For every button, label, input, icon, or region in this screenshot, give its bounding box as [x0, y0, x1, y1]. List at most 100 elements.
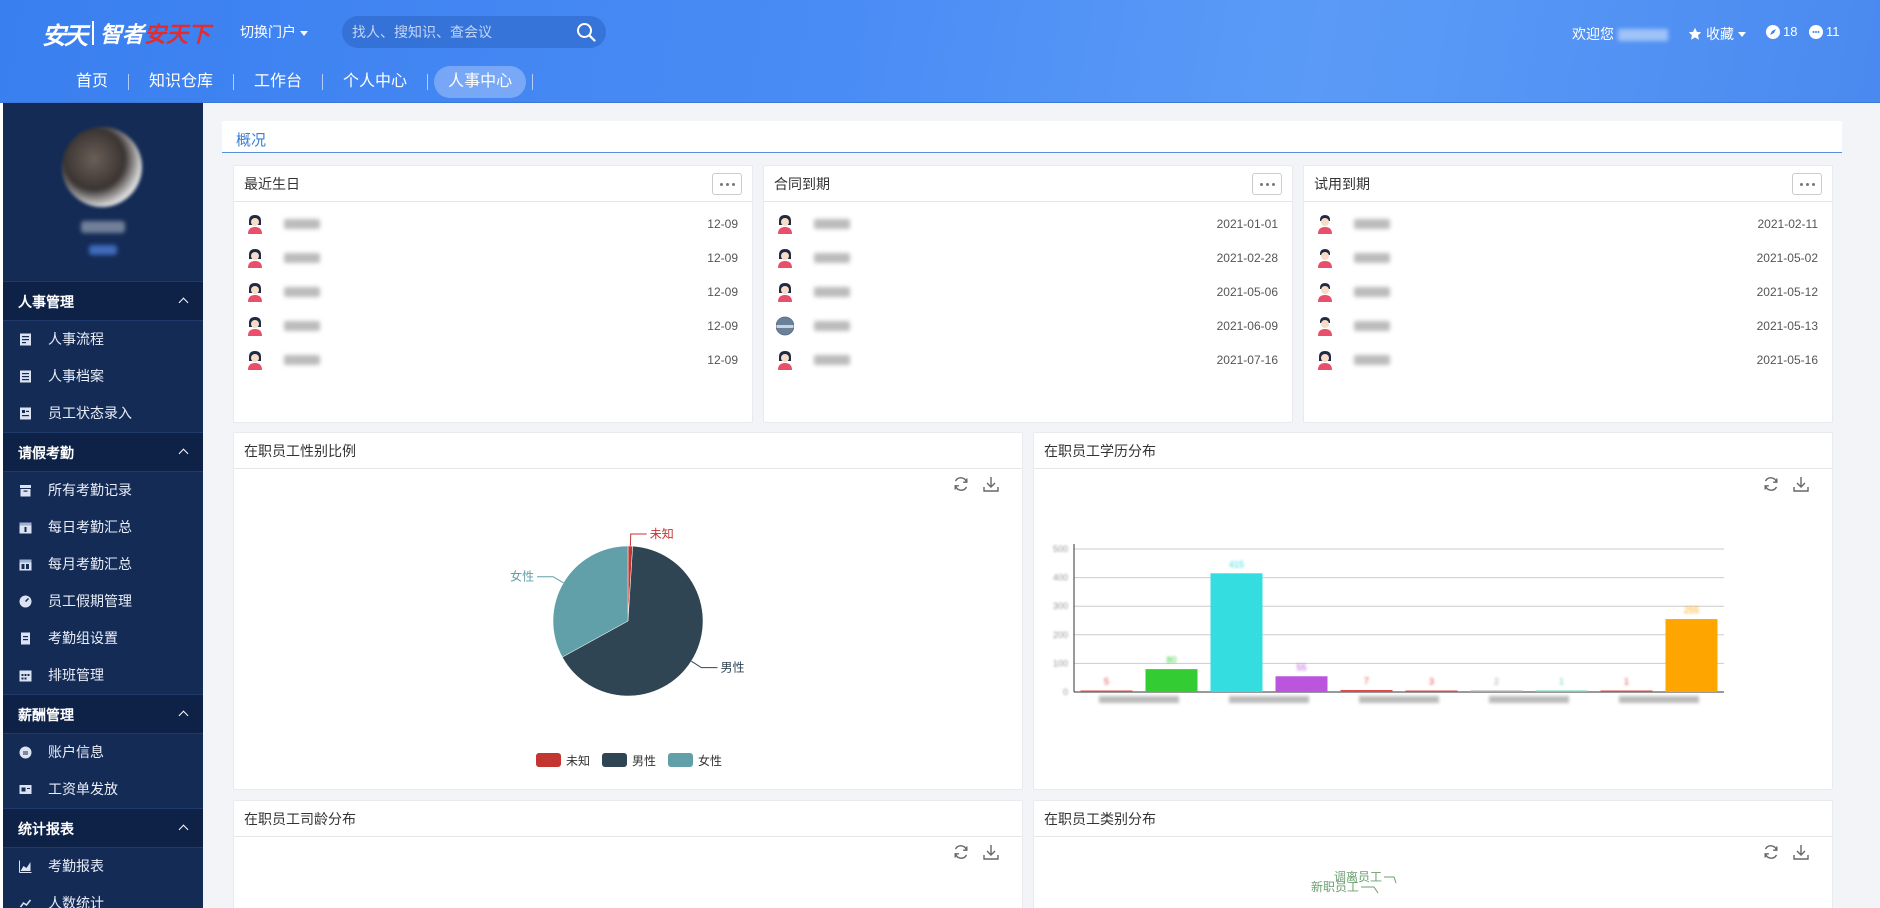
chevron-up-icon	[178, 824, 189, 835]
sidebar-item-label: 每日考勤汇总	[48, 519, 132, 535]
list-item[interactable]: 2021-06-09	[764, 308, 1292, 342]
legend-label[interactable]: 男性	[632, 754, 656, 768]
bar-value-label: 415	[1229, 559, 1244, 569]
card-title: 试用到期	[1304, 166, 1832, 202]
label-leader-line	[629, 533, 647, 547]
nav-hr-center[interactable]: 人事中心	[434, 66, 527, 98]
list-item[interactable]: 12-09	[234, 206, 752, 240]
nav-personal[interactable]: 个人中心	[329, 66, 421, 98]
bar[interactable]	[1210, 573, 1263, 692]
bar[interactable]	[1080, 690, 1133, 693]
sidebar-item-headcount[interactable]: 人数统计	[3, 885, 203, 908]
legend-label[interactable]: 未知	[566, 754, 590, 768]
payslip-icon	[19, 785, 32, 794]
menu-group-reports[interactable]: 统计报表	[3, 808, 203, 848]
calendar-grid-icon	[19, 670, 32, 682]
bar[interactable]	[1275, 676, 1328, 692]
expiry-date: 2021-02-11	[1757, 217, 1819, 231]
nav-knowledge[interactable]: 知识仓库	[135, 66, 227, 98]
sidebar-item-status-entry[interactable]: 员工状态录入	[3, 395, 203, 432]
sidebar-item-hr-process[interactable]: 人事流程	[3, 321, 203, 358]
bar[interactable]	[1665, 619, 1718, 692]
list-item[interactable]: 2021-02-11	[1304, 206, 1832, 240]
search-icon[interactable]	[576, 22, 596, 42]
female-user-icon	[248, 351, 262, 370]
sidebar-item-shift-management[interactable]: 排班管理	[3, 657, 203, 694]
bar[interactable]	[1405, 690, 1458, 693]
list-item[interactable]: 2021-05-12	[1304, 274, 1832, 308]
legend-swatch[interactable]	[668, 753, 693, 767]
recent-birthdays-card: 最近生日 12-09 12-09 12-09 12-09 12-09	[233, 165, 753, 423]
sidebar-item-all-attendance[interactable]: 所有考勤记录	[3, 472, 203, 509]
chevron-up-icon	[178, 448, 189, 459]
list-item[interactable]: 2021-05-16	[1304, 342, 1832, 376]
probation-list: 2021-02-11 2021-05-02 2021-05-12 2021-05…	[1304, 202, 1832, 376]
sidebar-item-attendance-group[interactable]: 考勤组设置	[3, 620, 203, 657]
bar-value-label: 3	[1429, 677, 1434, 687]
more-options-button[interactable]	[1792, 173, 1822, 195]
list-item[interactable]: 2021-05-06	[764, 274, 1292, 308]
sidebar-item-account-info[interactable]: 账户信息	[3, 734, 203, 771]
messages-counter[interactable]: 11	[1809, 24, 1840, 39]
list-item[interactable]: 2021-05-13	[1304, 308, 1832, 342]
pie-label: 未知	[650, 527, 674, 541]
bar-value-label: 7	[1364, 676, 1369, 686]
card-title: 在职员工性别比例	[234, 433, 1022, 469]
sidebar-item-label: 人数统计	[48, 895, 104, 908]
legend-swatch[interactable]	[602, 753, 627, 767]
list-item[interactable]: 12-09	[234, 342, 752, 376]
sidebar-item-monthly-summary[interactable]: 每月考勤汇总	[3, 546, 203, 583]
refresh-icon[interactable]	[952, 843, 970, 861]
sidebar-item-daily-summary[interactable]: 每日考勤汇总	[3, 509, 203, 546]
section-title: 概况	[236, 132, 267, 149]
list-item[interactable]: 2021-01-01	[764, 206, 1292, 240]
document-icon	[20, 333, 31, 346]
sidebar-item-leave-management[interactable]: 员工假期管理	[3, 583, 203, 620]
bar[interactable]	[1600, 690, 1653, 693]
sidebar-item-label: 考勤组设置	[48, 630, 118, 646]
male-user-icon	[1318, 215, 1332, 234]
list-item[interactable]: 2021-05-02	[1304, 240, 1832, 274]
menu-group-salary[interactable]: 薪酬管理	[3, 694, 203, 734]
menu-group-attendance[interactable]: 请假考勤	[3, 432, 203, 472]
nav-workbench[interactable]: 工作台	[240, 66, 316, 98]
birthday-date: 12-09	[707, 217, 738, 231]
favorites-dropdown[interactable]: 收藏	[1688, 24, 1746, 44]
list-item[interactable]: 2021-02-28	[764, 240, 1292, 274]
birthday-date: 12-09	[707, 319, 738, 333]
more-options-button[interactable]	[712, 173, 742, 195]
bar[interactable]	[1470, 690, 1523, 693]
y-tick-label: 0	[1063, 687, 1068, 697]
tasks-counter[interactable]: 18	[1766, 24, 1797, 39]
person-name	[284, 253, 320, 263]
logo[interactable]: 安天 智者安天下	[42, 16, 210, 50]
female-user-icon	[248, 317, 262, 336]
list-item[interactable]: 12-09	[234, 240, 752, 274]
legend-swatch[interactable]	[536, 753, 561, 767]
female-user-icon	[248, 215, 262, 234]
sidebar-item-hr-archive[interactable]: 人事档案	[3, 358, 203, 395]
line-chart-icon	[19, 899, 32, 908]
user-name[interactable]	[1618, 29, 1668, 42]
sidebar-item-attendance-report[interactable]: 考勤报表	[3, 848, 203, 885]
search-input[interactable]	[352, 16, 562, 48]
person-name	[1354, 253, 1390, 263]
list-item[interactable]: 2021-07-16	[764, 342, 1292, 376]
download-icon[interactable]	[982, 843, 1000, 861]
portal-switch-dropdown[interactable]: 切换门户	[240, 22, 308, 42]
menu-group-hr[interactable]: 人事管理	[3, 281, 203, 321]
sidebar: 人事管理 人事流程 人事档案 员工状态录入 请假考勤 所有考勤记录 每日考勤汇总…	[3, 103, 203, 908]
list-item[interactable]: 12-09	[234, 274, 752, 308]
bar[interactable]	[1340, 689, 1393, 692]
list-item[interactable]: 12-09	[234, 308, 752, 342]
bar[interactable]	[1145, 669, 1198, 692]
expiry-date: 2021-05-02	[1756, 251, 1818, 265]
more-options-button[interactable]	[1252, 173, 1282, 195]
nav-home[interactable]: 首页	[62, 66, 122, 98]
legend-label[interactable]: 女性	[698, 753, 722, 768]
expiry-date: 2021-01-01	[1216, 217, 1278, 231]
bar[interactable]	[1535, 690, 1588, 693]
avatar[interactable]	[62, 127, 142, 207]
sidebar-item-payslip[interactable]: 工资单发放	[3, 771, 203, 808]
welcome-text: 欢迎您	[1572, 24, 1668, 44]
